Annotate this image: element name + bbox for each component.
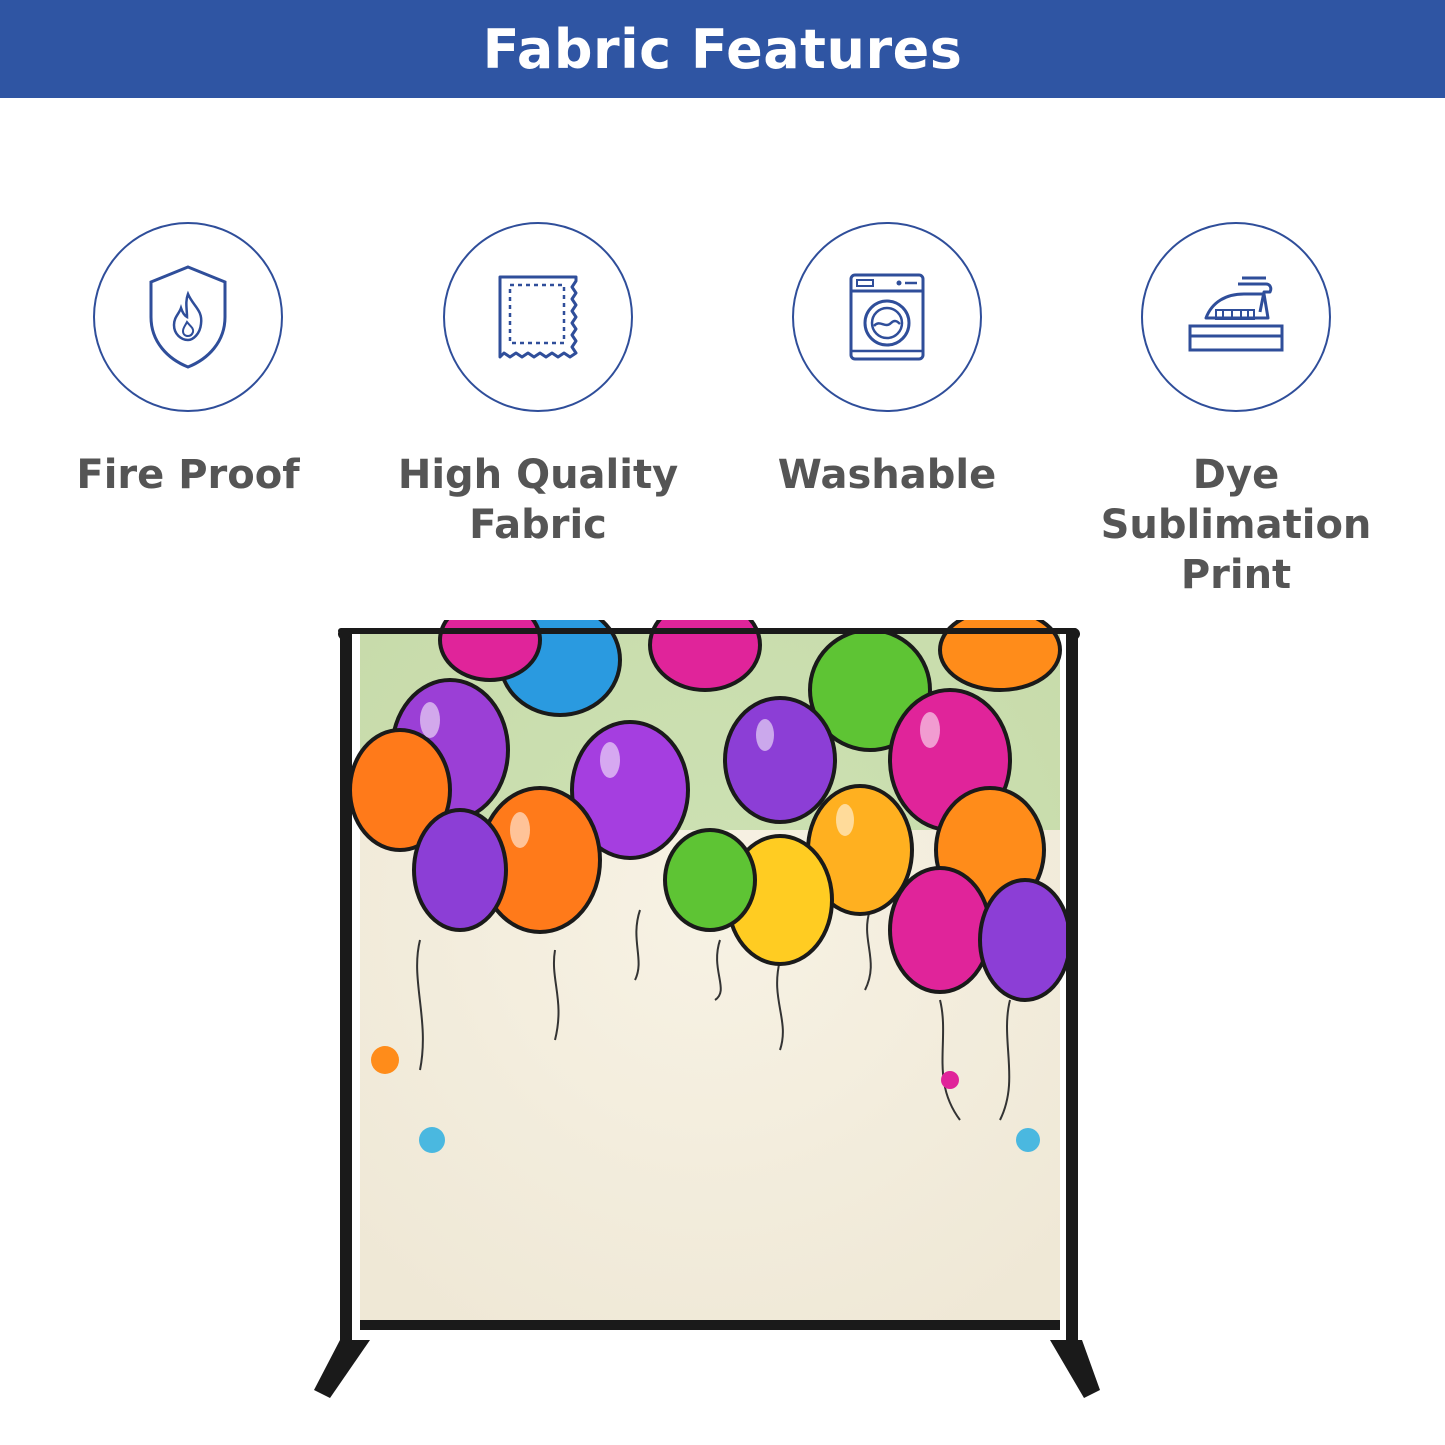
feature-fire-proof: Fire Proof (8, 222, 368, 500)
backdrop-stand-illustration (314, 598, 1100, 1398)
feature-icon-circle (792, 222, 982, 412)
feature-icon-circle (443, 222, 633, 412)
feature-label: Dye Sublimation Print (1100, 452, 1372, 598)
balloon-backdrop-stand-image (310, 598, 1110, 1400)
fabric-swatch-icon (498, 275, 578, 359)
fire-shield-icon (149, 265, 227, 369)
feature-icon-circle (1141, 222, 1331, 412)
washing-machine-icon (849, 273, 925, 361)
feature-label: Washable (777, 452, 997, 498)
feature-icon-circle (93, 222, 283, 412)
feature-dye-sublimation-print: Dye Sublimation Print (1056, 222, 1416, 600)
feature-label: Fire Proof (76, 452, 300, 498)
feature-high-quality-fabric: High Quality Fabric (358, 222, 718, 550)
iron-icon (1188, 276, 1284, 352)
feature-washable: Washable (707, 222, 1067, 500)
page-title: Fabric Features (482, 17, 963, 81)
header-banner: Fabric Features (0, 0, 1445, 98)
feature-label: High Quality Fabric (397, 452, 679, 548)
